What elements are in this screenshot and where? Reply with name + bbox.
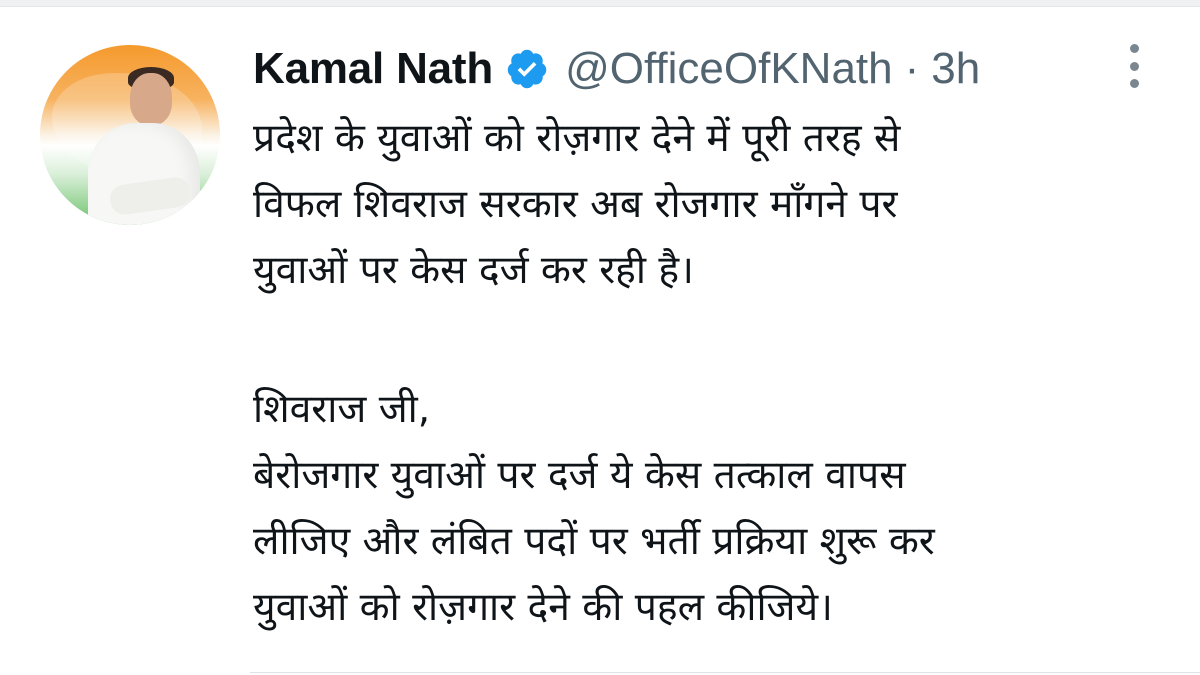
- tweet-header: Kamal Nath @OfficeOfKNath · 3h: [253, 42, 980, 96]
- more-dot: [1129, 44, 1139, 53]
- more-options-icon[interactable]: [1124, 44, 1144, 88]
- avatar[interactable]: [40, 45, 220, 225]
- tweet-text-line: प्रदेश के युवाओं को रोज़गार देने में पूर…: [253, 116, 901, 161]
- tweet-text-line: शिवराज जी,: [253, 387, 431, 432]
- author-name[interactable]: Kamal Nath: [253, 44, 493, 94]
- tweet-text-paragraph-1: प्रदेश के युवाओं को रोज़गार देने में पूर…: [253, 106, 1153, 304]
- tweet-text-line: विफल शिवराज सरकार अब रोजगार माँगने पर: [253, 182, 898, 227]
- tweet-card[interactable]: Kamal Nath @OfficeOfKNath · 3h प्रदेश के…: [0, 0, 1200, 675]
- avatar-face: [130, 73, 172, 125]
- author-handle[interactable]: @OfficeOfKNath: [565, 44, 893, 94]
- tweet-text-paragraph-2: शिवराज जी, बेरोजगार युवाओं पर दर्ज ये के…: [253, 377, 1153, 641]
- more-dot: [1129, 61, 1139, 71]
- tweet-text-line: बेरोजगार युवाओं पर दर्ज ये केस तत्काल वा…: [253, 453, 906, 498]
- tweet-text-line: लीजिए और लंबित पदों पर भर्ती प्रक्रिया श…: [253, 519, 935, 564]
- bottom-divider: [250, 672, 1200, 673]
- tweet-timestamp[interactable]: 3h: [931, 44, 980, 94]
- tweet-text-line: युवाओं पर केस दर्ज कर रही है।: [253, 248, 694, 293]
- verified-badge-icon: [505, 47, 549, 91]
- tweet-text-line: युवाओं को रोज़गार देने की पहल कीजिये।: [253, 585, 833, 630]
- header-separator: ·: [904, 44, 920, 93]
- more-dot: [1129, 79, 1139, 88]
